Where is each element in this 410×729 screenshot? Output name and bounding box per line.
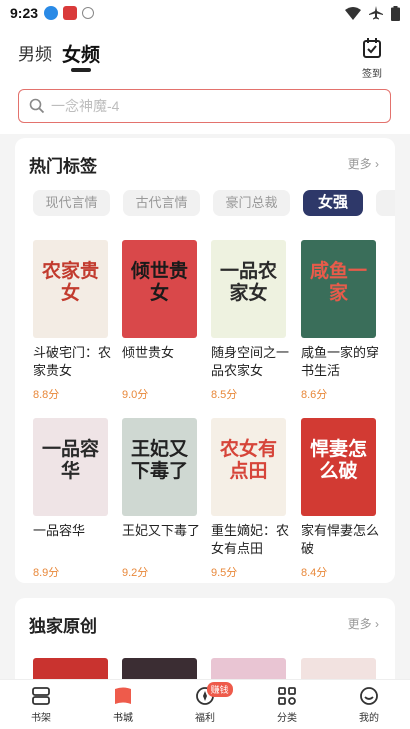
book-title[interactable]: 斗破宅门：农家贵女	[33, 344, 113, 380]
info-icon	[82, 7, 95, 19]
tag-item[interactable]: 古代言情	[123, 190, 200, 216]
book-score: 8.4分	[301, 567, 328, 579]
nav-category[interactable]: 分类	[246, 680, 328, 729]
book-cover[interactable]: 咸鱼一家	[301, 240, 376, 338]
nav-bookshelf[interactable]: 书架	[0, 680, 82, 729]
book-title[interactable]: 王妃又下毒了	[122, 522, 202, 558]
nav-profile[interactable]: 我的	[328, 680, 410, 729]
book-card[interactable]: 悍妻怎么破 家有悍妻怎么破 8.4分	[301, 418, 381, 580]
rewards-badge: 赚钱	[206, 682, 233, 697]
hot-section-title: 热门标签	[29, 157, 97, 176]
book-title[interactable]: 随身空间之一品农家女	[211, 344, 291, 380]
checkin-button[interactable]: 签到	[358, 38, 386, 80]
tab-male[interactable]: 男频	[18, 40, 52, 65]
top-header: 男频 女频 签到	[0, 26, 410, 82]
nav-rewards[interactable]: 福利 赚钱	[164, 680, 246, 729]
cover-title: 农家贵女	[41, 260, 99, 304]
exclusive-section-title: 独家原创	[29, 617, 97, 636]
book-cover[interactable]: 一品农家女	[211, 240, 286, 338]
book-title[interactable]: 一品容华	[33, 522, 113, 558]
checkin-label: 签到	[362, 69, 382, 80]
nav-bookstore[interactable]: 书城	[82, 680, 164, 729]
book-cover[interactable]: 农女有点田	[211, 418, 286, 516]
book-cover[interactable]: 悍妻怎么破	[301, 418, 376, 516]
book-card[interactable]: 王妃又下毒了 王妃又下毒了 9.2分	[122, 418, 202, 580]
hot-more-link[interactable]: 更多 ›	[348, 155, 379, 172]
cover-title: 一品容华	[41, 438, 99, 482]
nav-label: 我的	[359, 713, 379, 724]
profile-icon	[360, 687, 378, 705]
book-title[interactable]: 重生嫡妃：农女有点田	[211, 522, 291, 558]
book-card[interactable]: 一品容华 一品容华 8.9分	[33, 418, 113, 580]
book-title[interactable]: 倾世贵女	[122, 344, 202, 380]
search-icon	[29, 98, 45, 114]
nav-label: 书城	[113, 713, 133, 724]
book-score: 9.5分	[211, 567, 238, 579]
airplane-icon	[369, 6, 383, 20]
book-card[interactable]: 农女有点田 重生嫡妃：农女有点田 9.5分	[211, 418, 291, 580]
bookshelf-icon	[32, 687, 50, 705]
status-bar: 9:23	[0, 0, 410, 26]
book-cover[interactable]: 王妃又下毒了	[122, 418, 197, 516]
book-cover[interactable]: 农家贵女	[33, 240, 108, 338]
cover-title: 悍妻怎么破	[309, 438, 367, 482]
book-score: 9.2分	[122, 567, 149, 579]
tab-female[interactable]: 女频	[62, 40, 100, 67]
book-card[interactable]: 农家贵女 斗破宅门：农家贵女 8.8分	[33, 240, 113, 402]
book-title[interactable]: 咸鱼一家的穿书生活	[301, 344, 381, 380]
nav-label: 书架	[31, 713, 51, 724]
active-tab-indicator	[71, 68, 91, 72]
wifi-icon	[345, 6, 361, 20]
book-score: 8.8分	[33, 389, 60, 401]
book-card[interactable]: 一品农家女 随身空间之一品农家女 8.5分	[211, 240, 291, 402]
book-score: 8.9分	[33, 567, 60, 579]
cover-title: 咸鱼一家	[309, 260, 367, 304]
cover-title: 王妃又下毒了	[130, 438, 188, 482]
nav-label: 福利	[195, 713, 215, 724]
tag-list: 现代言情古代言情豪门总裁女强种	[33, 190, 395, 216]
tag-item[interactable]: 豪门总裁	[213, 190, 290, 216]
book-card[interactable]: 倾世贵女 倾世贵女 9.0分	[122, 240, 202, 402]
nav-label: 分类	[277, 713, 297, 724]
checkin-icon	[363, 38, 381, 58]
book-cover[interactable]: 一品容华	[33, 418, 108, 516]
search-box[interactable]	[18, 89, 391, 123]
tag-item-active[interactable]: 女强	[303, 190, 363, 216]
download-icon	[44, 6, 59, 20]
cover-title: 一品农家女	[219, 260, 277, 304]
book-cover[interactable]: 倾世贵女	[122, 240, 197, 338]
book-card[interactable]: 咸鱼一家 咸鱼一家的穿书生活 8.6分	[301, 240, 381, 402]
app-notification-icon	[63, 6, 78, 20]
book-score: 9.0分	[122, 389, 149, 401]
tag-item[interactable]: 种	[376, 190, 395, 216]
book-score: 8.5分	[211, 389, 238, 401]
book-title[interactable]: 家有悍妻怎么破	[301, 522, 381, 558]
bottom-nav: 书架 书城 福利 赚钱 分类 我的	[0, 679, 410, 729]
search-input[interactable]	[51, 98, 351, 114]
cover-title: 农女有点田	[219, 438, 277, 482]
book-score: 8.6分	[301, 389, 328, 401]
battery-icon	[391, 5, 400, 21]
category-icon	[278, 687, 296, 705]
bookstore-icon	[115, 687, 131, 704]
hot-tags-card: 热门标签 更多 › 现代言情古代言情豪门总裁女强种 农家贵女 斗破宅门：农家贵女…	[15, 138, 395, 583]
tag-item[interactable]: 现代言情	[33, 190, 110, 216]
exclusive-more-link[interactable]: 更多 ›	[348, 615, 379, 632]
search-bar-container	[0, 82, 410, 134]
cover-title: 倾世贵女	[130, 260, 188, 304]
status-time: 9:23	[10, 5, 39, 21]
